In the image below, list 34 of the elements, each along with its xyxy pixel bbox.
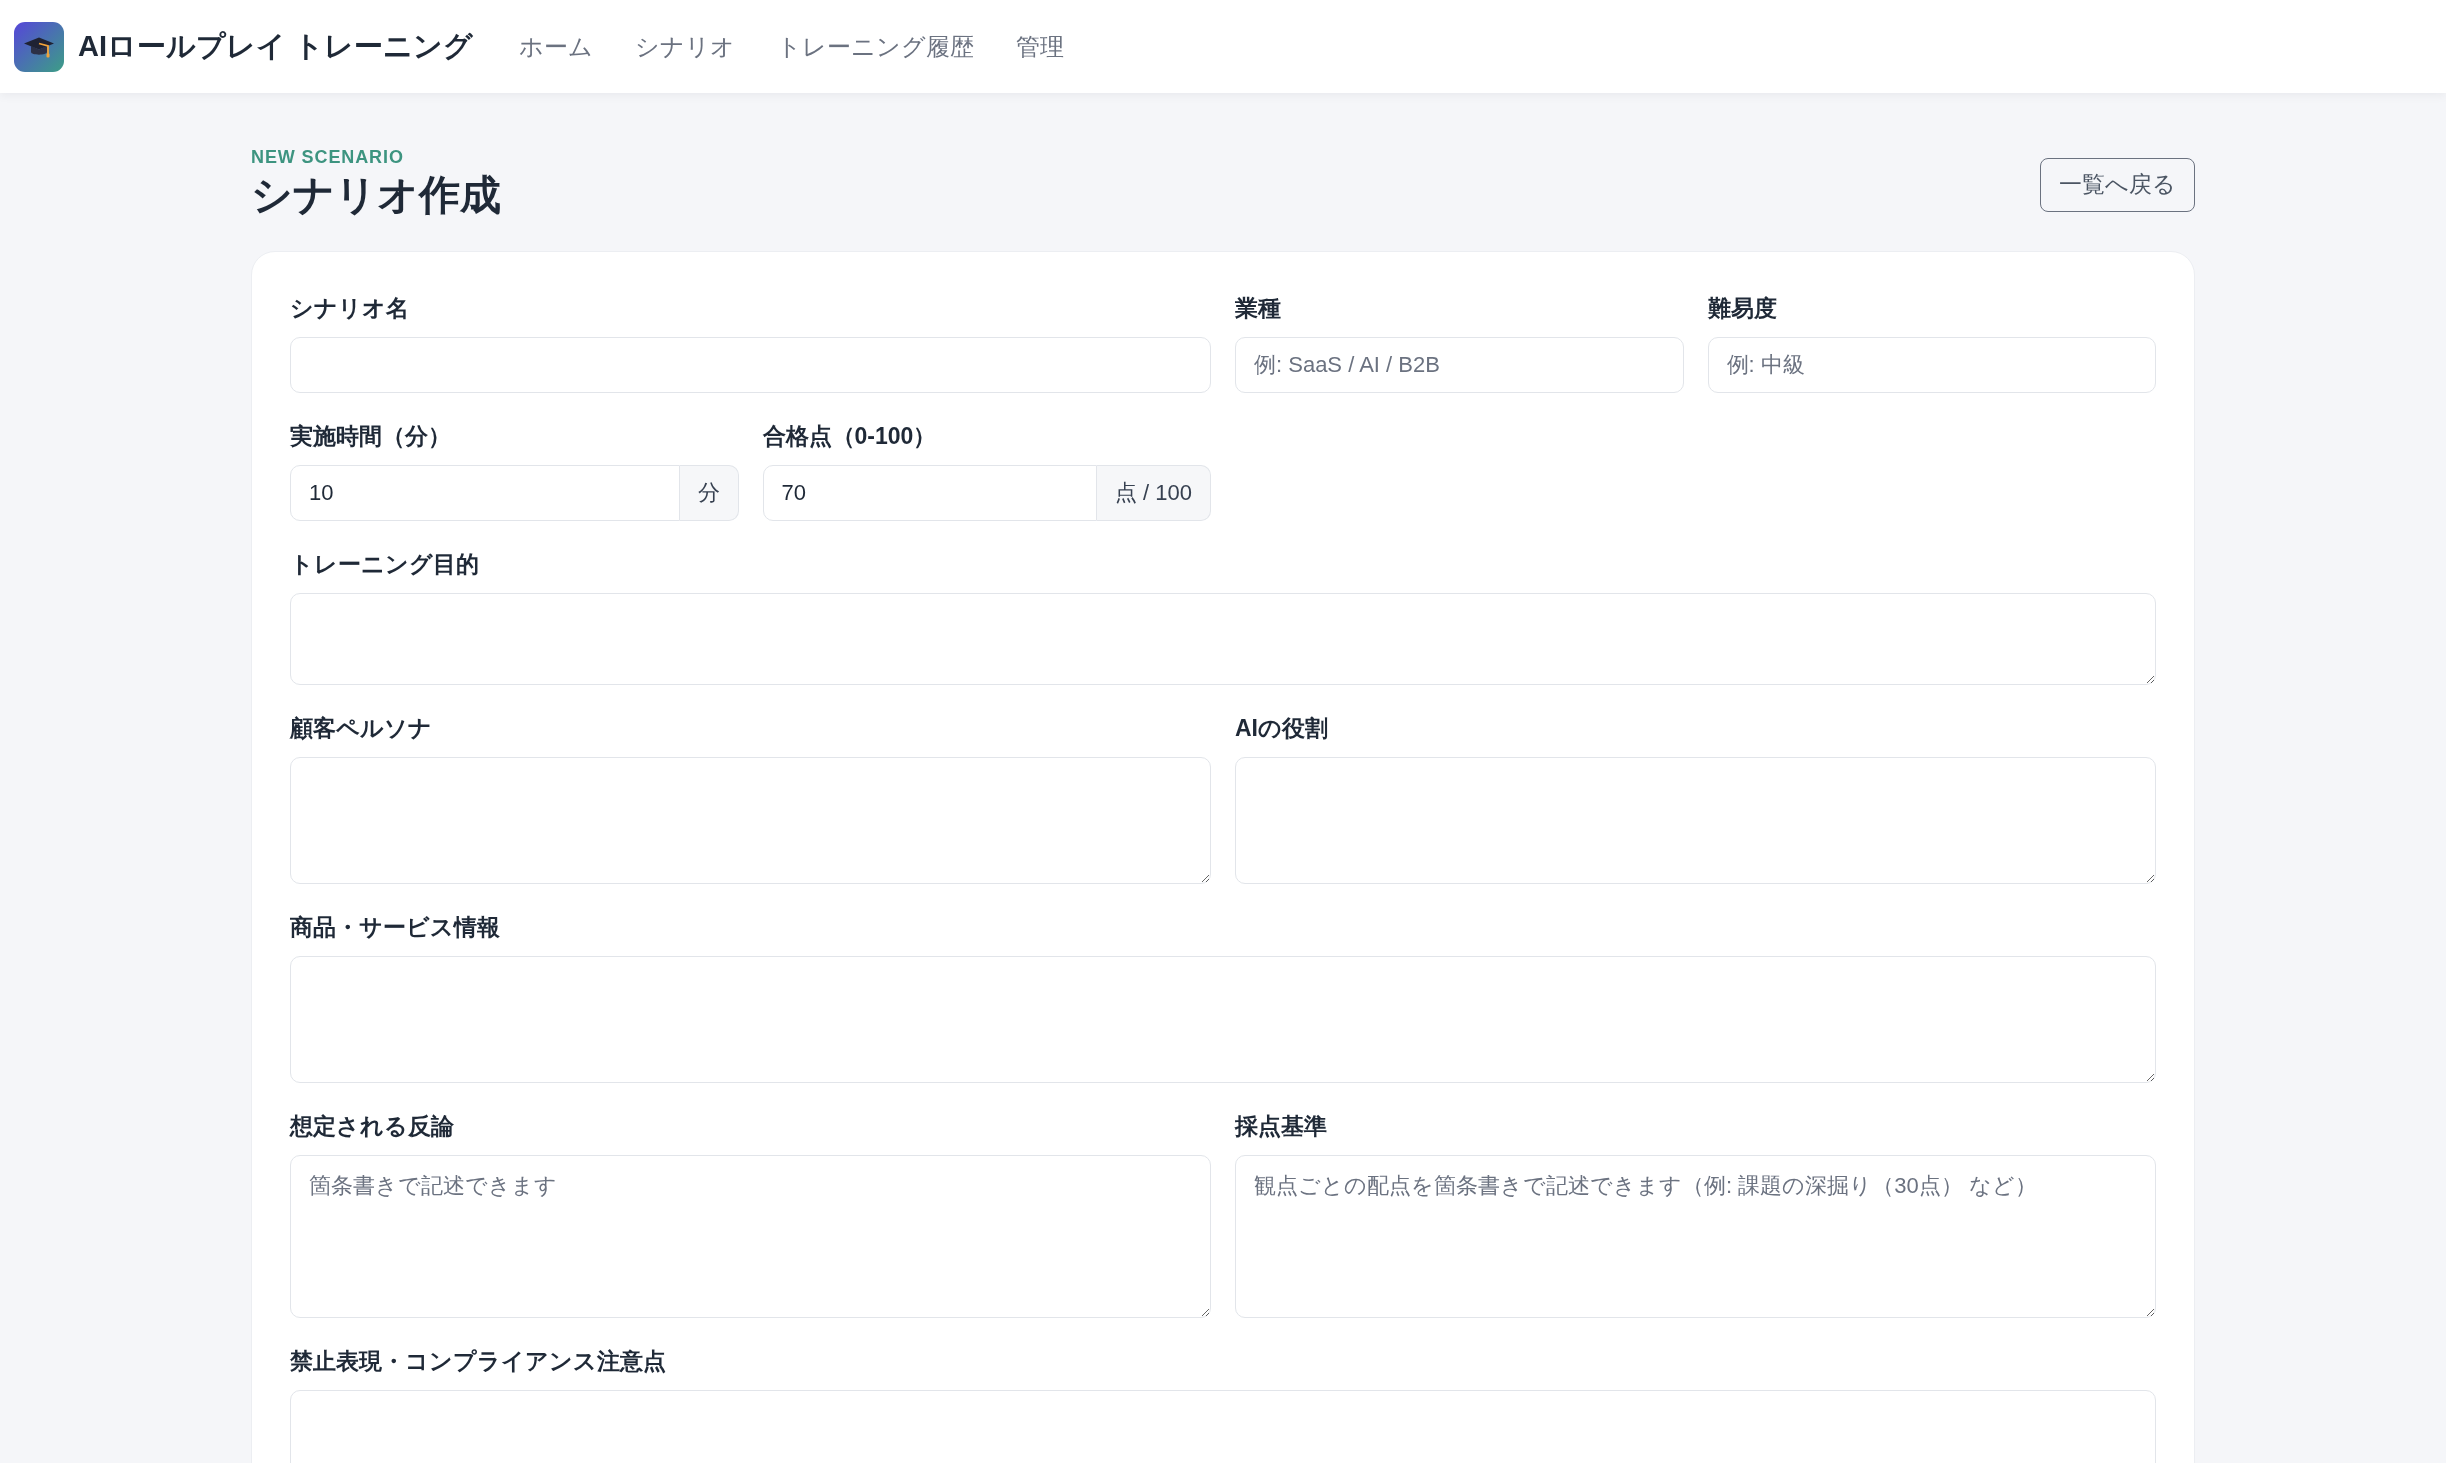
field-label: 禁止表現・コンプライアンス注意点 <box>290 1347 667 1376</box>
field-label: シナリオ名 <box>290 294 410 323</box>
brand-name: AIロールプレイ トレーニング <box>78 28 474 64</box>
eyebrow-text: NEW SCENARIO <box>251 146 404 168</box>
field-label: 想定される反論 <box>290 1112 455 1141</box>
nav-link[interactable]: ホーム <box>519 30 594 63</box>
unit-label: 点 / 100 <box>1096 465 1211 521</box>
field-label: 採点基準 <box>1235 1112 1328 1141</box>
field-label: AIの役割 <box>1235 714 1329 743</box>
field-label: 顧客ペルソナ <box>290 714 433 743</box>
text-area[interactable]: 箇条書きで記述できます <box>290 1155 1211 1318</box>
text-area[interactable] <box>290 593 2156 685</box>
field-label: 実施時間（分） <box>290 422 452 451</box>
text-input[interactable]: 例: 中級 <box>1707 337 2156 393</box>
text-area[interactable]: 観点ごとの配点を箇条書きで記述できます（例: 課題の深掘り（30点） など） <box>1235 1155 2156 1318</box>
text-area[interactable] <box>290 757 1211 884</box>
field-label: 合格点（0-100） <box>762 422 938 451</box>
number-input[interactable]: 10 <box>290 465 680 521</box>
nav-link[interactable]: 管理 <box>1016 30 1065 63</box>
nav-link[interactable]: シナリオ <box>635 30 736 63</box>
text-area[interactable] <box>1235 757 2156 884</box>
text-input[interactable] <box>290 337 1211 393</box>
number-input[interactable]: 70 <box>762 465 1097 521</box>
nav-link[interactable]: トレーニング履歴 <box>777 30 975 63</box>
page-title: シナリオ作成 <box>251 171 501 220</box>
field-label: 難易度 <box>1707 294 1778 323</box>
unit-label: 分 <box>679 465 739 521</box>
field-label: 商品・サービス情報 <box>290 913 501 942</box>
field-label: 業種 <box>1235 294 1282 323</box>
field-label: トレーニング目的 <box>290 550 480 579</box>
back-button[interactable]: 一覧へ戻る <box>2040 157 2195 212</box>
graduation-cap-icon <box>14 21 64 72</box>
text-area[interactable] <box>290 956 2156 1083</box>
text-input[interactable]: 例: SaaS / AI / B2B <box>1235 337 1684 393</box>
